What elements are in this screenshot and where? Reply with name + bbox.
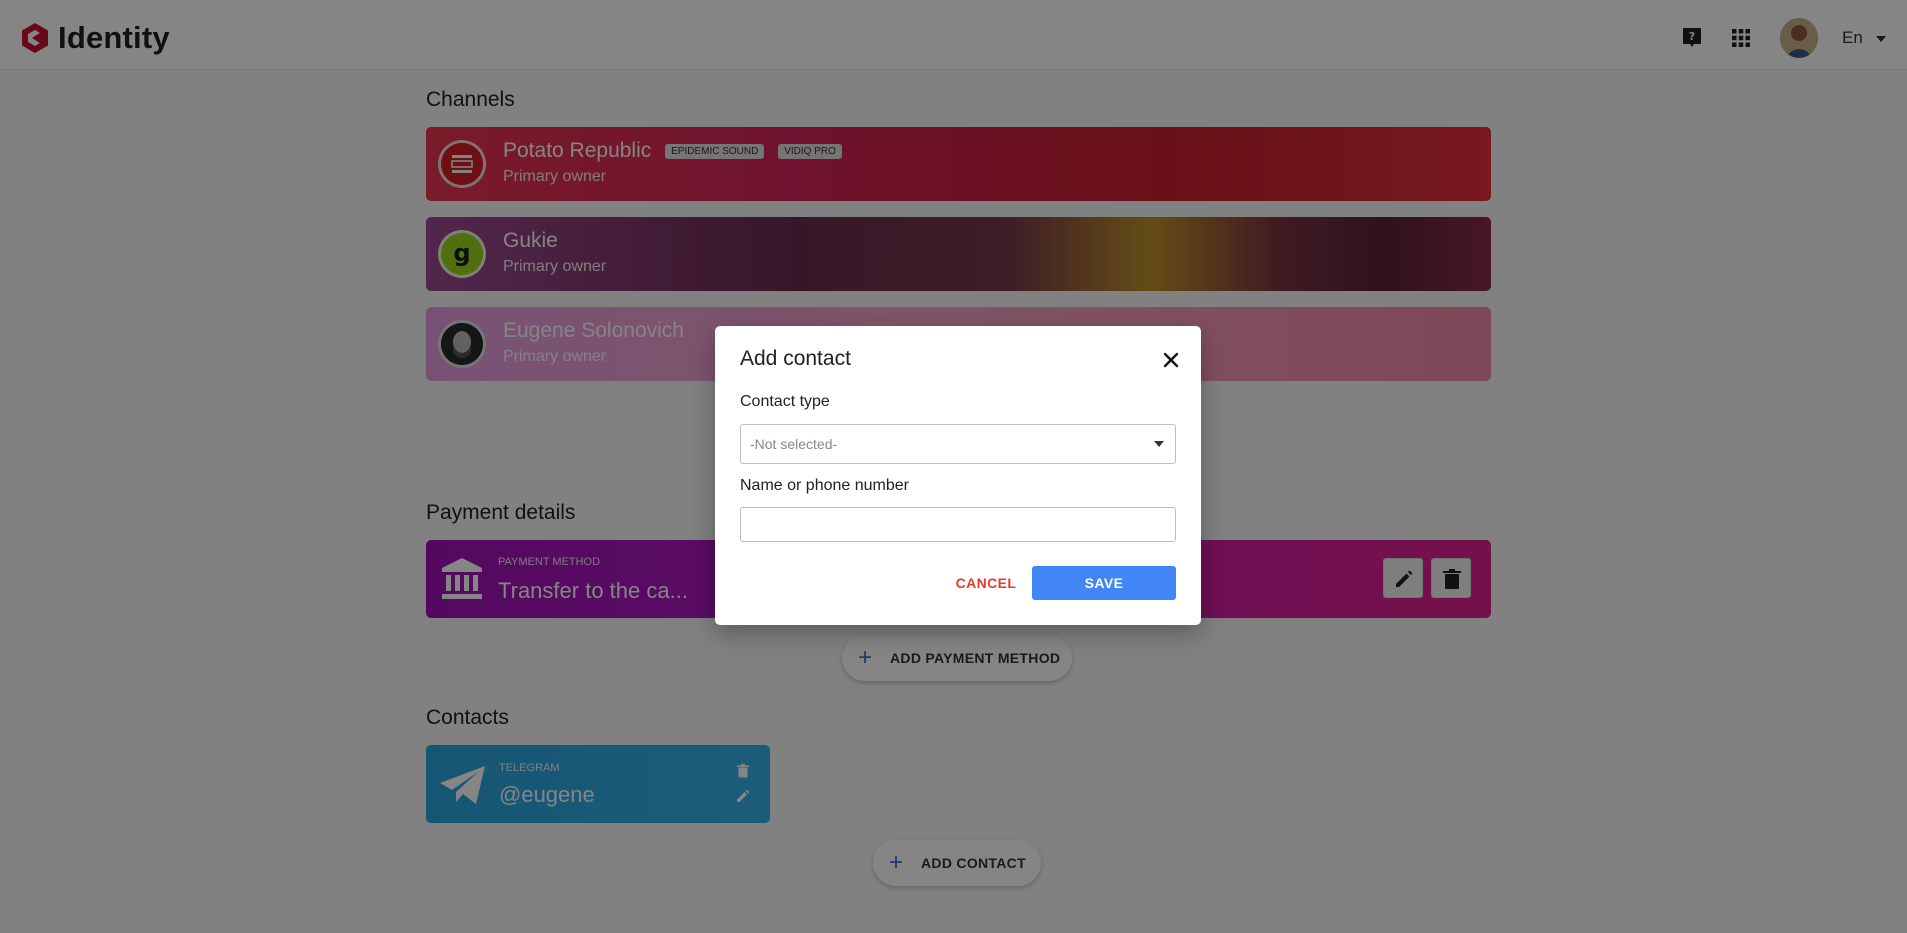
name-or-phone-input[interactable]	[740, 507, 1176, 542]
contact-type-select[interactable]: -Not selected-	[740, 424, 1176, 464]
dialog-title: Add contact	[740, 347, 851, 370]
add-contact-dialog: Add contact Contact type -Not selected- …	[715, 326, 1201, 625]
contact-type-value: -Not selected-	[750, 436, 838, 452]
contact-type-label: Contact type	[740, 393, 830, 410]
chevron-down-icon	[1154, 441, 1164, 447]
cancel-button[interactable]: CANCEL	[948, 566, 1024, 600]
save-button[interactable]: SAVE	[1032, 566, 1176, 600]
close-icon[interactable]	[1161, 350, 1181, 370]
name-or-phone-label: Name or phone number	[740, 477, 909, 494]
